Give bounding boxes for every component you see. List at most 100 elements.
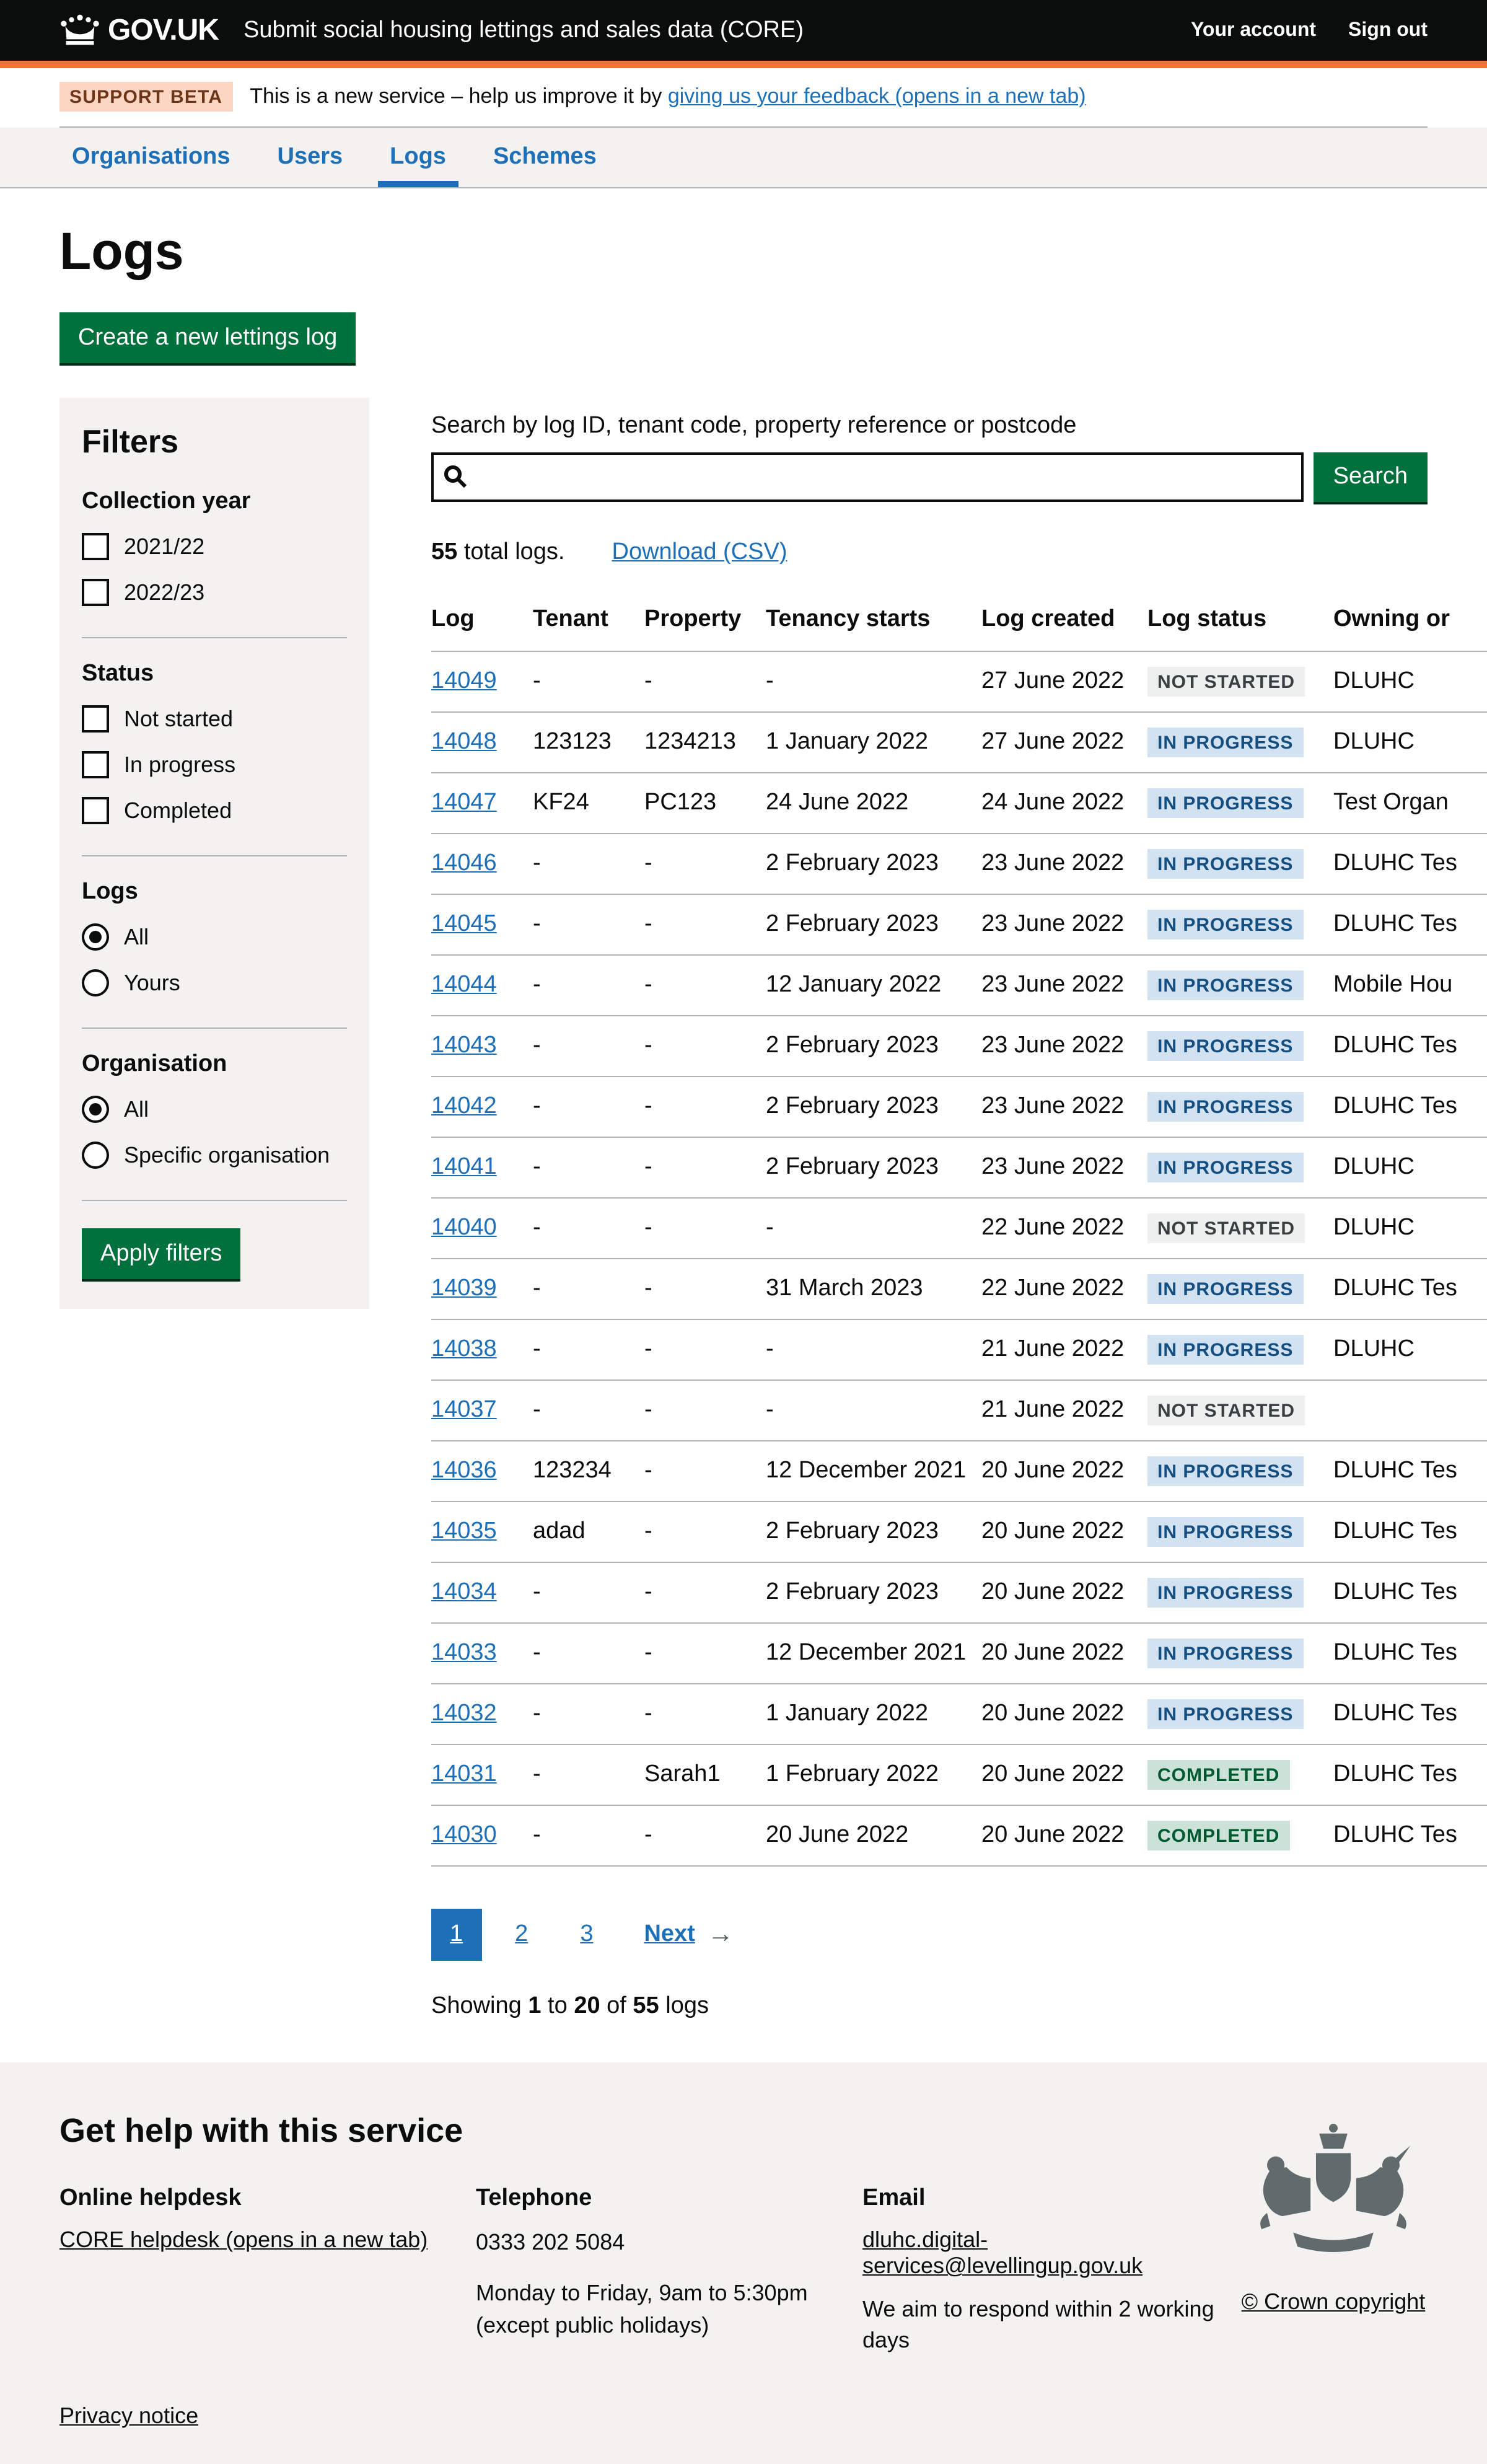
download-csv-link[interactable]: Download (CSV) — [612, 539, 787, 565]
filter-control[interactable] — [82, 751, 109, 778]
log-link[interactable]: 14040 — [431, 1215, 497, 1241]
phase-banner-text: This is a new service – help us improve … — [250, 84, 1086, 109]
property-cell: - — [644, 1198, 766, 1259]
create-lettings-log-button[interactable]: Create a new lettings log — [59, 312, 356, 363]
log-link[interactable]: 14036 — [431, 1458, 497, 1484]
log-link[interactable]: 14039 — [431, 1275, 497, 1301]
log-link[interactable]: 14049 — [431, 668, 497, 694]
property-cell: - — [644, 1380, 766, 1441]
nav-item[interactable]: Users — [265, 128, 356, 187]
page-link[interactable]: 2 — [496, 1909, 546, 1961]
filter-option[interactable]: In progress — [82, 751, 347, 778]
feedback-link[interactable]: giving us your feedback (opens in a new … — [668, 84, 1086, 108]
property-cell: - — [644, 1016, 766, 1076]
log-link[interactable]: 14042 — [431, 1093, 497, 1119]
property-cell: PC123 — [644, 773, 766, 834]
govuk-logotype[interactable]: GOV.UK — [108, 13, 219, 48]
table-row: 14039 - - 31 March 2023 22 June 2022 IN … — [431, 1259, 1487, 1319]
log-link[interactable]: 14037 — [431, 1397, 497, 1423]
tenant-cell: - — [533, 651, 644, 712]
search-button[interactable]: Search — [1314, 452, 1428, 502]
log-link[interactable]: 14035 — [431, 1518, 497, 1544]
tenant-cell: - — [533, 1076, 644, 1137]
filter-option-label: 2021/22 — [124, 534, 204, 560]
log-link[interactable]: 14034 — [431, 1579, 497, 1605]
header-account-nav: Your account Sign out — [1191, 19, 1428, 42]
tenancy-starts-cell: 2 February 2023 — [766, 894, 981, 955]
filter-control[interactable] — [82, 533, 109, 560]
log-link[interactable]: 14038 — [431, 1336, 497, 1362]
tenant-cell: - — [533, 1380, 644, 1441]
phase-banner: SUPPORT BETA This is a new service – hel… — [0, 68, 1487, 128]
header-link[interactable]: Sign out — [1348, 19, 1428, 42]
tenancy-starts-cell: 20 June 2022 — [766, 1805, 981, 1866]
next-page-link[interactable]: Next — [644, 1921, 695, 1948]
log-link[interactable]: 14030 — [431, 1822, 497, 1848]
nav-item[interactable]: Organisations — [59, 128, 243, 187]
column-header: Owning or — [1333, 594, 1487, 651]
column-header: Log created — [981, 594, 1147, 651]
filter-option[interactable]: 2021/22 — [82, 533, 347, 560]
search-input[interactable] — [431, 452, 1304, 502]
filter-control[interactable] — [82, 579, 109, 606]
owning-org-cell: DLUHC Tes — [1333, 1441, 1487, 1502]
filter-option[interactable]: Specific organisation — [82, 1142, 347, 1169]
primary-nav: Organisations Users Logs Schemes — [0, 128, 1487, 188]
owning-org-cell — [1333, 1380, 1487, 1441]
log-link[interactable]: 14033 — [431, 1640, 497, 1666]
log-link[interactable]: 14041 — [431, 1154, 497, 1180]
apply-filters-button[interactable]: Apply filters — [82, 1228, 240, 1279]
log-link[interactable]: 14032 — [431, 1701, 497, 1727]
filter-option[interactable]: Not started — [82, 705, 347, 733]
filter-option[interactable]: 2022/23 — [82, 579, 347, 606]
filter-control[interactable] — [82, 923, 109, 951]
footer: Get help with this service Online helpde… — [0, 2062, 1487, 2464]
page-link[interactable]: 1 — [431, 1909, 481, 1961]
header-link[interactable]: Your account — [1191, 19, 1316, 42]
filter-option[interactable]: Completed — [82, 797, 347, 824]
log-link[interactable]: 14046 — [431, 850, 497, 876]
filter-option[interactable]: All — [82, 923, 347, 951]
status-badge: IN PROGRESS — [1147, 970, 1303, 1000]
log-link[interactable]: 14043 — [431, 1032, 497, 1058]
table-row: 14032 - - 1 January 2022 20 June 2022 IN… — [431, 1684, 1487, 1745]
filter-option[interactable]: Yours — [82, 969, 347, 997]
service-name-link[interactable]: Submit social housing lettings and sales… — [243, 17, 804, 44]
filter-control[interactable] — [82, 969, 109, 997]
nav-item[interactable]: Logs — [377, 128, 458, 187]
table-row: 14041 - - 2 February 2023 23 June 2022 I… — [431, 1137, 1487, 1198]
owning-org-cell: Test Organ — [1333, 773, 1487, 834]
property-cell: - — [644, 1441, 766, 1502]
log-link[interactable]: 14031 — [431, 1761, 497, 1787]
page-link[interactable]: 3 — [561, 1909, 612, 1961]
filter-control[interactable] — [82, 705, 109, 733]
table-row: 14040 - - - 22 June 2022 NOT STARTED DLU… — [431, 1198, 1487, 1259]
filter-option-label: Specific organisation — [124, 1142, 330, 1168]
property-cell: - — [644, 1259, 766, 1319]
property-cell: - — [644, 1319, 766, 1380]
status-badge: IN PROGRESS — [1147, 788, 1303, 818]
email-link[interactable]: dluhc.digital-services@levellingup.gov.u… — [862, 2227, 1143, 2278]
status-badge: IN PROGRESS — [1147, 1456, 1303, 1486]
status-badge: COMPLETED — [1147, 1821, 1289, 1850]
crown-copyright-link[interactable]: © Crown copyright — [1234, 2289, 1432, 2315]
property-cell: Sarah1 — [644, 1745, 766, 1805]
privacy-notice-link[interactable]: Privacy notice — [59, 2403, 198, 2429]
log-link[interactable]: 14048 — [431, 729, 497, 755]
log-link[interactable]: 14045 — [431, 911, 497, 937]
filter-control[interactable] — [82, 1096, 109, 1123]
page-title: Logs — [59, 223, 1428, 280]
owning-org-cell: DLUHC Tes — [1333, 1076, 1487, 1137]
tenant-cell: - — [533, 1259, 644, 1319]
helpdesk-link[interactable]: CORE helpdesk (opens in a new tab) — [59, 2227, 428, 2252]
log-link[interactable]: 14044 — [431, 972, 497, 998]
filter-control[interactable] — [82, 1142, 109, 1169]
table-row: 14033 - - 12 December 2021 20 June 2022 … — [431, 1623, 1487, 1684]
filter-option[interactable]: All — [82, 1096, 347, 1123]
tenancy-starts-cell: 1 January 2022 — [766, 1684, 981, 1745]
nav-item[interactable]: Schemes — [481, 128, 609, 187]
filter-control[interactable] — [82, 797, 109, 824]
log-link[interactable]: 14047 — [431, 790, 497, 816]
footer-email: Email dluhc.digital-services@levellingup… — [862, 2185, 1271, 2357]
property-cell: - — [644, 955, 766, 1016]
